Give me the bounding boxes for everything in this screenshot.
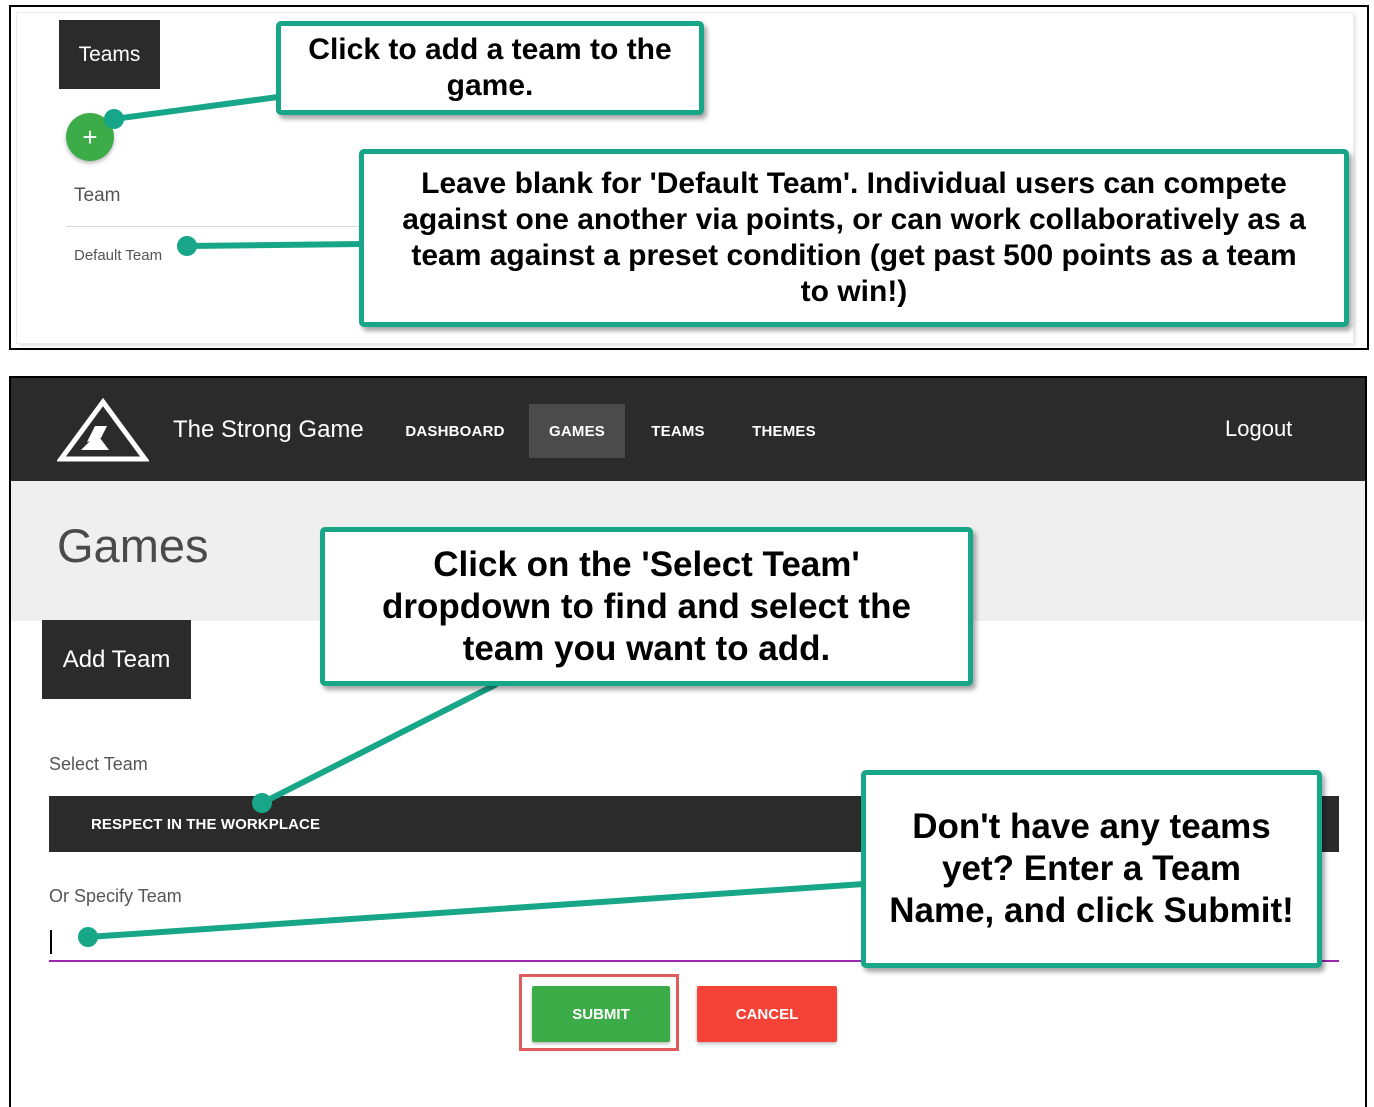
- brand-title[interactable]: The Strong Game: [173, 416, 364, 444]
- submit-button[interactable]: SUBMIT: [532, 986, 670, 1042]
- team-column-header: Team: [74, 185, 121, 206]
- cancel-button[interactable]: CANCEL: [697, 986, 837, 1042]
- callout-no-teams: Don't have any teams yet? Enter a Team N…: [861, 770, 1322, 968]
- nav-themes[interactable]: THEMES: [743, 404, 825, 458]
- specify-team-label: Or Specify Team: [49, 886, 182, 906]
- add-team-tab: Add Team: [42, 620, 191, 699]
- add-team-button[interactable]: +: [66, 113, 114, 161]
- select-team-label: Select Team: [49, 754, 148, 774]
- navbar: The Strong Game DASHBOARD GAMES TEAMS TH…: [11, 378, 1365, 481]
- logout-link[interactable]: Logout: [1225, 416, 1292, 442]
- nav-games[interactable]: GAMES: [529, 404, 625, 458]
- page-title: Games: [57, 519, 209, 572]
- table-divider: [66, 226, 376, 227]
- nav-teams[interactable]: TEAMS: [641, 404, 715, 458]
- table-row: Default Team: [74, 247, 163, 264]
- add-team-panel: The Strong Game DASHBOARD GAMES TEAMS TH…: [9, 376, 1367, 1107]
- text-cursor: [50, 930, 52, 954]
- callout-default-team: Leave blank for 'Default Team'. Individu…: [359, 149, 1349, 327]
- teams-tab: Teams: [59, 20, 160, 89]
- callout-select-team: Click on the 'Select Team' dropdown to f…: [320, 527, 973, 686]
- callout-add-team: Click to add a team to the game.: [276, 21, 704, 115]
- mountain-triangle-icon[interactable]: [57, 398, 149, 463]
- nav-dashboard[interactable]: DASHBOARD: [397, 404, 513, 458]
